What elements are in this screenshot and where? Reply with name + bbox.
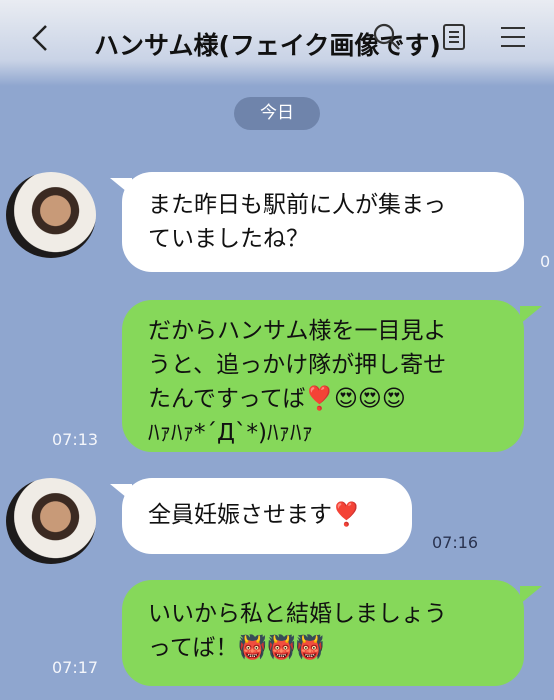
avatar[interactable] bbox=[6, 172, 96, 258]
message-time: 07:16 bbox=[432, 533, 479, 552]
message-bubble-sent[interactable]: いいから私と結婚しましょう ってば！👹👹👹 bbox=[122, 580, 524, 686]
message-bubble-received[interactable]: 全員妊娠させます❣️ bbox=[122, 478, 412, 554]
chat-header: ハンサム様(フェイク画像です) bbox=[0, 0, 554, 86]
message-time: 07:17 bbox=[52, 658, 99, 677]
bubble-tail bbox=[520, 586, 542, 604]
date-separator: 今日 bbox=[234, 97, 320, 130]
message-bubble-received[interactable]: また昨日も駅前に人が集まっ ていましたね？ bbox=[122, 172, 524, 272]
hamburger-menu-icon[interactable] bbox=[498, 22, 528, 52]
message-time: 07:13 bbox=[52, 430, 99, 449]
notes-icon[interactable] bbox=[440, 22, 470, 52]
message-time: 0 bbox=[540, 252, 551, 271]
search-icon[interactable] bbox=[372, 22, 402, 52]
back-button[interactable] bbox=[26, 18, 56, 58]
bubble-tail bbox=[520, 306, 542, 324]
avatar[interactable] bbox=[6, 478, 96, 564]
message-bubble-sent[interactable]: だからハンサム様を一目見よ うと、追っかけ隊が押し寄せ たんですってば❣️😍😍😍… bbox=[122, 300, 524, 452]
chevron-left-icon bbox=[32, 25, 47, 51]
